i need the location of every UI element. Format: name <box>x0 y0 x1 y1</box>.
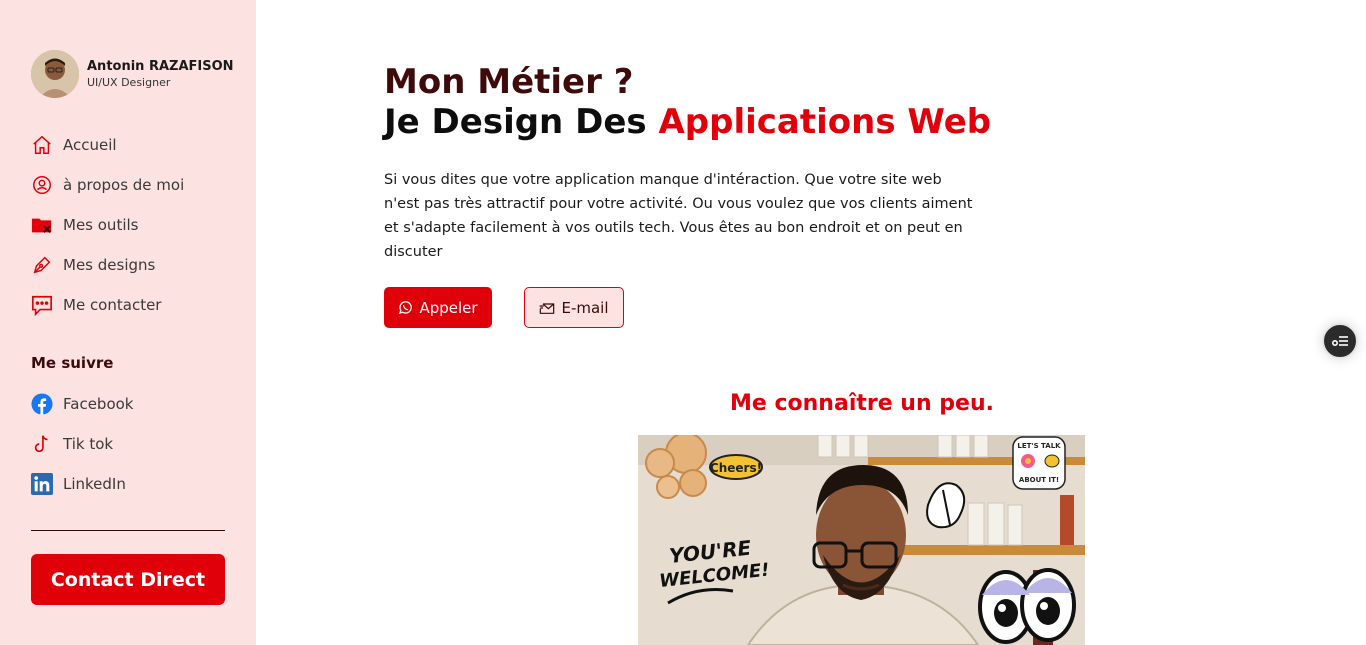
contact-direct-button[interactable]: Contact Direct <box>31 554 225 605</box>
nav-item-accueil[interactable]: Accueil <box>31 131 231 159</box>
sidebar-divider <box>31 530 225 531</box>
mail-icon <box>540 302 555 314</box>
chat-icon <box>31 294 53 317</box>
sidebar: Antonin RAZAFISON UI/UX Designer Accueil… <box>0 0 256 645</box>
about-video[interactable]: Cheers! YOU'RE WELCOME! LET'S TALK ABOUT… <box>638 435 1085 645</box>
settings-sliders-icon <box>1331 336 1348 347</box>
nav-item-designs[interactable]: Mes designs <box>31 251 231 279</box>
about-section-title: Me connaître un peu. <box>730 391 994 416</box>
social-item-facebook[interactable]: Facebook <box>31 390 231 418</box>
nav-item-contact[interactable]: Me contacter <box>31 291 231 319</box>
facebook-icon <box>31 393 53 415</box>
social-label: Tik tok <box>63 435 114 453</box>
profile[interactable]: Antonin RAZAFISON UI/UX Designer <box>31 50 234 98</box>
hero-title-prefix: Je Design Des <box>384 102 647 142</box>
svg-text:ABOUT IT!: ABOUT IT! <box>1019 476 1059 484</box>
call-label: Appeler <box>419 298 478 317</box>
nav-item-tools[interactable]: Mes outils <box>31 211 231 239</box>
cartoon-eyes-sticker <box>978 568 1076 644</box>
main-nav: Accueil à propos de moi Mes outils Mes d… <box>31 131 231 331</box>
hero-title-line1: Mon Métier ? <box>384 62 634 102</box>
avatar <box>31 50 79 98</box>
hero-title-line2: Je Design Des Applications Web <box>384 102 991 142</box>
profile-role: UI/UX Designer <box>87 75 171 89</box>
email-button[interactable]: E-mail <box>524 287 624 328</box>
svg-text:Cheers!: Cheers! <box>710 461 762 475</box>
nav-label: à propos de moi <box>63 176 185 194</box>
social-label: Facebook <box>63 395 134 413</box>
hero-description: Si vous dites que votre application manq… <box>384 172 973 260</box>
social-item-tiktok[interactable]: Tik tok <box>31 430 231 458</box>
nav-label: Accueil <box>63 136 117 154</box>
pen-icon <box>31 254 53 276</box>
social-links: Facebook Tik tok LinkedIn <box>31 390 231 510</box>
follow-title: Me suivre <box>31 354 114 372</box>
social-label: LinkedIn <box>63 475 126 493</box>
svg-text:LET'S TALK: LET'S TALK <box>1017 442 1061 450</box>
call-button[interactable]: Appeler <box>384 287 492 328</box>
whatsapp-icon <box>399 301 413 315</box>
settings-float-button[interactable] <box>1322 323 1358 359</box>
user-circle-icon <box>31 174 53 196</box>
profile-name: Antonin RAZAFISON <box>87 58 234 74</box>
lets-talk-sticker: LET'S TALK ABOUT IT! <box>1012 436 1066 490</box>
nav-label: Me contacter <box>63 296 162 314</box>
home-icon <box>31 134 53 156</box>
social-item-linkedin[interactable]: LinkedIn <box>31 470 231 498</box>
nav-label: Mes designs <box>63 256 156 274</box>
tiktok-icon <box>31 433 53 455</box>
cheers-sticker: Cheers! <box>709 454 763 480</box>
hero-title-accent: Applications Web <box>658 102 992 142</box>
email-label: E-mail <box>561 298 609 317</box>
linkedin-icon <box>31 473 53 495</box>
folder-tools-icon <box>31 214 53 236</box>
nav-label: Mes outils <box>63 216 139 234</box>
nav-item-about[interactable]: à propos de moi <box>31 171 231 199</box>
